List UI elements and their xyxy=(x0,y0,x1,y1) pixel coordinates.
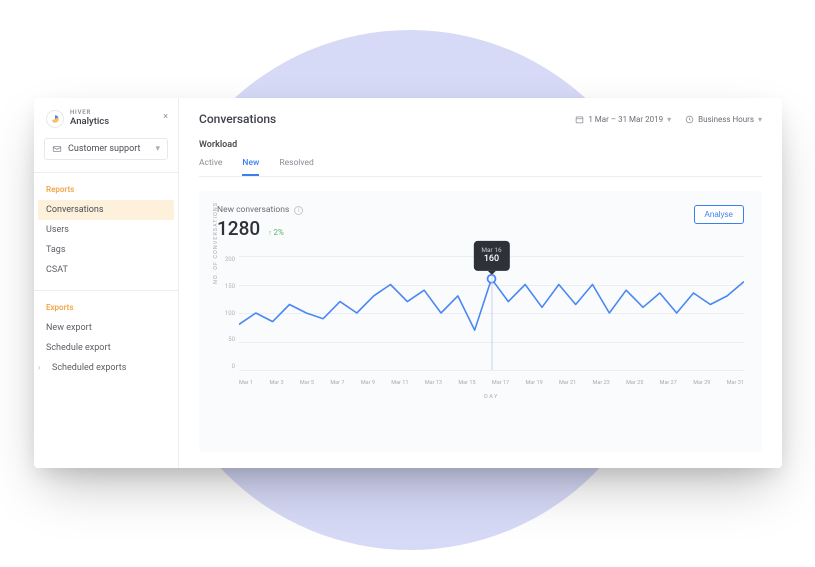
metric-row: 1280 2% xyxy=(217,217,303,240)
header-filters: 1 Mar – 31 Mar 2019 ▾ Business Hours ▾ xyxy=(575,115,762,124)
workload-tabs: Active New Resolved xyxy=(199,158,762,177)
date-range-picker[interactable]: 1 Mar – 31 Mar 2019 ▾ xyxy=(575,115,671,124)
app-window: HIVER Analytics × Customer support ▾ Rep… xyxy=(34,98,782,468)
section-subtitle: Workload xyxy=(199,140,762,150)
chevron-down-icon: ▾ xyxy=(155,144,160,154)
tooltip-date: Mar 16 xyxy=(481,246,501,254)
chart-plot[interactable]: Mar 16160Mar 1Mar 3Mar 5Mar 7Mar 9Mar 11… xyxy=(239,250,744,400)
sidebar-item-scheduled-exports[interactable]: › Scheduled exports xyxy=(34,358,178,378)
tab-new[interactable]: New xyxy=(242,158,259,176)
tab-resolved[interactable]: Resolved xyxy=(279,158,313,176)
sidebar-item-schedule-export[interactable]: Schedule export xyxy=(34,338,178,358)
hours-filter[interactable]: Business Hours ▾ xyxy=(685,115,762,124)
sidebar: HIVER Analytics × Customer support ▾ Rep… xyxy=(34,98,179,468)
calendar-icon xyxy=(575,115,584,124)
chart-card: New conversations i 1280 2% Analyse NO. … xyxy=(199,191,762,452)
date-range-label: 1 Mar – 31 Mar 2019 xyxy=(588,115,663,124)
y-axis-label: NO. OF CONVERSATIONS xyxy=(213,202,219,284)
main-panel: Conversations 1 Mar – 31 Mar 2019 ▾ Busi xyxy=(179,98,782,468)
x-axis-label: DAY xyxy=(239,394,744,400)
close-icon[interactable]: × xyxy=(163,112,168,122)
section-title-exports: Exports xyxy=(34,291,178,318)
chart-title: New conversations xyxy=(217,205,289,215)
chart-tooltip: Mar 16160 xyxy=(473,241,509,271)
chart-header: New conversations i 1280 2% Analyse xyxy=(217,205,744,240)
section-title-reports: Reports xyxy=(34,173,178,200)
chevron-down-icon: ▾ xyxy=(758,115,762,124)
sidebar-header: HIVER Analytics × xyxy=(34,110,178,138)
tab-active[interactable]: Active xyxy=(199,158,222,176)
analyse-button[interactable]: Analyse xyxy=(694,205,744,224)
metric-value: 1280 xyxy=(217,217,260,240)
tooltip-value: 160 xyxy=(481,254,501,266)
x-axis-ticks: Mar 1Mar 3Mar 5Mar 7Mar 9Mar 11Mar 13Mar… xyxy=(239,380,744,386)
inbox-selector[interactable]: Customer support ▾ xyxy=(44,138,168,160)
brand-logo xyxy=(46,110,64,128)
metric-delta: 2% xyxy=(268,228,284,237)
y-axis-ticks: 200 150 100 50 0 xyxy=(217,250,239,400)
sidebar-item-users[interactable]: Users xyxy=(34,220,178,240)
clock-icon xyxy=(685,115,694,124)
brand-big: Analytics xyxy=(70,117,109,127)
chevron-right-icon: › xyxy=(38,363,40,372)
page-header: Conversations 1 Mar – 31 Mar 2019 ▾ Busi xyxy=(199,112,762,126)
info-icon[interactable]: i xyxy=(294,206,303,215)
sidebar-item-csat[interactable]: CSAT xyxy=(34,260,178,280)
sidebar-item-tags[interactable]: Tags xyxy=(34,240,178,260)
sidebar-item-new-export[interactable]: New export xyxy=(34,318,178,338)
hours-filter-label: Business Hours xyxy=(698,115,754,124)
inbox-selector-label: Customer support xyxy=(68,144,140,154)
pie-icon xyxy=(50,114,60,124)
grid-line xyxy=(239,370,744,371)
brand-text: HIVER Analytics xyxy=(70,110,109,127)
chart-title-row: New conversations i xyxy=(217,205,303,215)
chart-area: NO. OF CONVERSATIONS 200 150 100 50 0 Ma… xyxy=(217,250,744,400)
page-title: Conversations xyxy=(199,112,276,126)
chart-metric-block: New conversations i 1280 2% xyxy=(217,205,303,240)
sidebar-item-conversations[interactable]: Conversations xyxy=(38,200,174,220)
chevron-down-icon: ▾ xyxy=(667,115,671,124)
inbox-icon xyxy=(52,144,62,154)
